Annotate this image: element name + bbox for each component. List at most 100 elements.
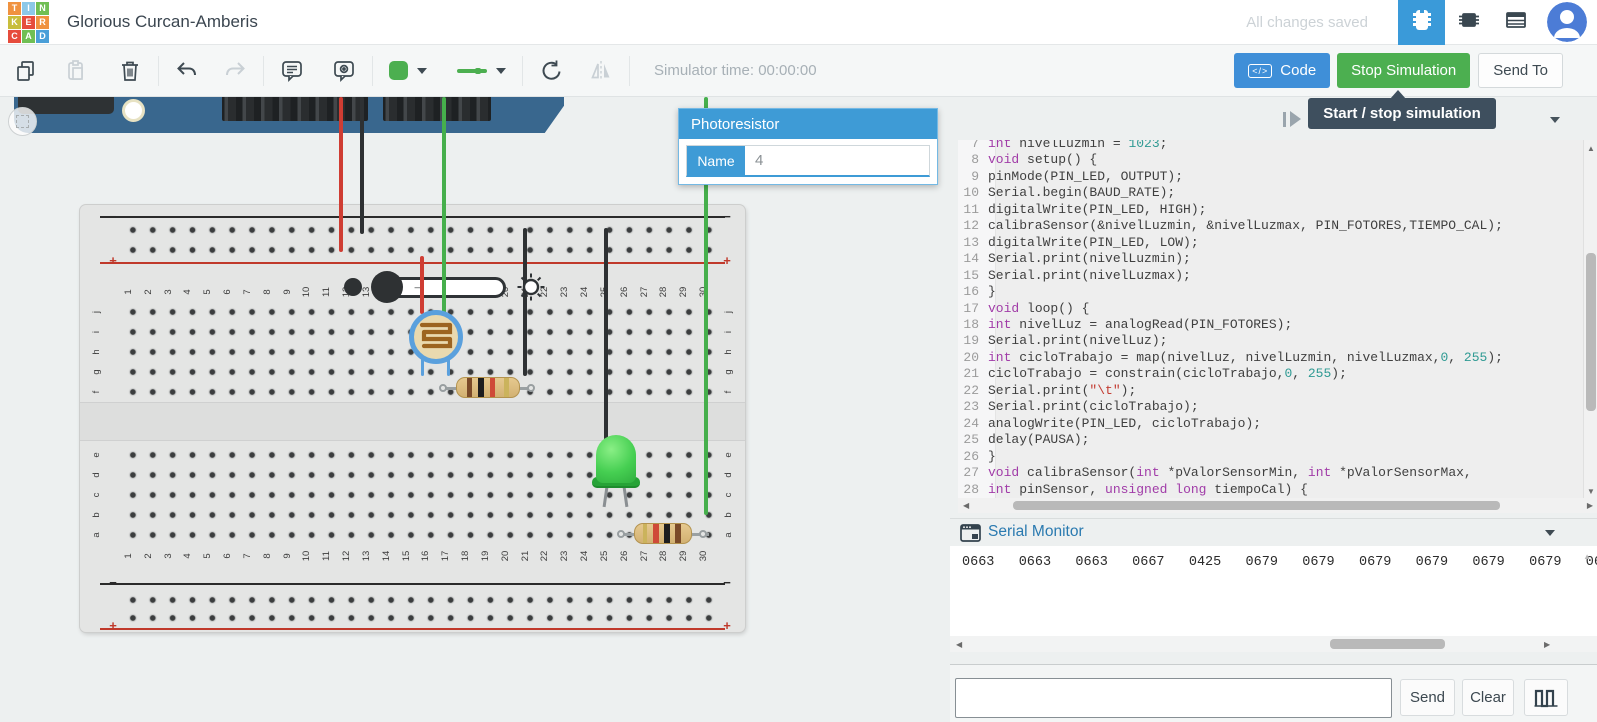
schematic-view-button[interactable] bbox=[1445, 0, 1492, 45]
wire-black-led[interactable] bbox=[604, 228, 608, 454]
undo-button[interactable] bbox=[167, 51, 207, 91]
send-to-button[interactable]: Send To bbox=[1478, 53, 1563, 88]
scroll-right-icon[interactable]: ▶ bbox=[1544, 640, 1550, 649]
wire-green-analog[interactable] bbox=[442, 97, 446, 315]
code-icon: </> bbox=[1248, 64, 1272, 78]
label-bubble-icon bbox=[331, 58, 357, 84]
serial-graph-button[interactable] bbox=[1524, 679, 1568, 716]
toolbar: Simulator time: 00:00:00 </> Code Stop S… bbox=[0, 45, 1597, 97]
color-dropdown[interactable] bbox=[381, 51, 435, 91]
breadboard[interactable]: 1122334455667788991010111112121313141415… bbox=[80, 205, 745, 632]
code-line: 7int nivelLuzmin = 1023; bbox=[958, 140, 1597, 152]
code-editor[interactable]: 7int nivelLuzmin = 1023;8void setup() {9… bbox=[958, 140, 1597, 513]
scroll-down-icon[interactable]: ▼ bbox=[1587, 487, 1595, 496]
breadboard-label: 16 bbox=[420, 548, 434, 564]
code-line: 9pinMode(PIN_LED, OUTPUT); bbox=[958, 169, 1597, 185]
breadboard-view-button[interactable] bbox=[1398, 0, 1445, 45]
serial-monitor-header[interactable]: Serial Monitor bbox=[950, 518, 1597, 546]
wire-red-sensor[interactable] bbox=[420, 256, 424, 314]
breadboard-label: 7 bbox=[242, 284, 256, 300]
document-title[interactable]: Glorious Curcan-Amberis bbox=[67, 12, 258, 32]
breadboard-label: 19 bbox=[480, 548, 494, 564]
code-line: 23Serial.print(cicloTrabajo); bbox=[958, 399, 1597, 415]
scroll-up-icon[interactable]: ▲ bbox=[1587, 144, 1595, 153]
serial-hscrollbar[interactable]: ◀ ▶ bbox=[950, 636, 1597, 652]
brightness-slider-handle[interactable] bbox=[371, 271, 403, 303]
breadboard-label: 9 bbox=[282, 548, 296, 564]
mirror-button[interactable] bbox=[581, 51, 621, 91]
delete-button[interactable] bbox=[110, 51, 150, 91]
breadboard-label: h bbox=[91, 344, 105, 360]
breadboard-label: j bbox=[723, 304, 737, 320]
logo-tile: D bbox=[36, 30, 49, 43]
code-panel: 1 (Arduino Uno R3) 7int nivelLuzmin = 10… bbox=[950, 97, 1597, 722]
user-avatar[interactable] bbox=[1547, 2, 1587, 42]
code-line: 24analogWrite(PIN_LED, cicloTrabajo); bbox=[958, 416, 1597, 432]
color-swatch bbox=[389, 61, 408, 80]
breadboard-label: e bbox=[723, 447, 737, 463]
resistor-2[interactable] bbox=[634, 523, 692, 544]
breadboard-label: d bbox=[723, 467, 737, 483]
wire-black-ground[interactable] bbox=[360, 97, 364, 234]
breadboard-label: 4 bbox=[182, 284, 196, 300]
breadboard-label: 8 bbox=[262, 548, 276, 564]
logo-tile: N bbox=[36, 2, 49, 15]
redo-button[interactable] bbox=[215, 51, 255, 91]
resistor-1[interactable] bbox=[456, 377, 520, 398]
code-button[interactable]: </> Code bbox=[1234, 53, 1330, 88]
serial-output[interactable]: 0663 0663 0663 0667 0425 0679 0679 0679 … bbox=[950, 546, 1597, 636]
logo-tile: T bbox=[8, 2, 21, 15]
breadboard-label: 3 bbox=[163, 548, 177, 564]
code-line: 16} bbox=[958, 284, 1597, 300]
scroll-left-icon[interactable]: ◀ bbox=[956, 640, 962, 649]
chevron-down-icon bbox=[496, 68, 506, 74]
breadboard-label: 1 bbox=[123, 548, 137, 564]
serial-input[interactable] bbox=[955, 678, 1392, 718]
wire-red-power[interactable] bbox=[339, 97, 343, 252]
breadboard-label: 29 bbox=[678, 284, 692, 300]
wire-type-dropdown[interactable] bbox=[449, 51, 514, 91]
breadboard-label: 15 bbox=[401, 548, 415, 564]
chevron-down-icon[interactable] bbox=[1545, 530, 1555, 536]
code-line: 25delay(PAUSA); bbox=[958, 432, 1597, 448]
serial-send-button[interactable]: Send bbox=[1400, 679, 1455, 716]
breadboard-label: g bbox=[723, 364, 737, 380]
rotate-button[interactable] bbox=[531, 51, 571, 91]
tinkercad-logo[interactable]: TINKERCAD bbox=[8, 2, 49, 43]
breadboard-label: d bbox=[91, 467, 105, 483]
scroll-left-icon[interactable]: ◀ bbox=[963, 501, 969, 510]
photoresistor[interactable] bbox=[409, 310, 463, 364]
code-hscrollbar[interactable]: ◀ ▶ bbox=[958, 498, 1597, 513]
breadboard-label: 13 bbox=[361, 548, 375, 564]
paste-icon bbox=[63, 58, 89, 84]
vscroll-thumb[interactable] bbox=[1586, 253, 1596, 411]
serial-clear-button[interactable]: Clear bbox=[1462, 679, 1514, 716]
name-field[interactable]: 4 bbox=[745, 146, 929, 175]
breadboard-label: 9 bbox=[282, 284, 296, 300]
step-icon[interactable] bbox=[1283, 112, 1286, 127]
table-icon bbox=[1503, 7, 1529, 38]
code-line: 12calibraSensor(&nivelLuzmin, &nivelLuzm… bbox=[958, 218, 1597, 234]
breadboard-label: c bbox=[723, 487, 737, 503]
code-line: 27void calibraSensor(int *pValorSensorMi… bbox=[958, 465, 1597, 481]
rotate-handle[interactable] bbox=[8, 107, 37, 136]
stop-simulation-button[interactable]: Stop Simulation bbox=[1337, 53, 1470, 88]
copy-button[interactable] bbox=[6, 51, 46, 91]
component-labels-button[interactable] bbox=[324, 51, 364, 91]
hscroll-thumb[interactable] bbox=[1013, 501, 1500, 510]
breadboard-label: 14 bbox=[381, 548, 395, 564]
scroll-up-icon[interactable]: ▲ bbox=[1583, 552, 1591, 561]
serial-hscroll-thumb[interactable] bbox=[1330, 639, 1445, 649]
notes-button[interactable] bbox=[272, 51, 312, 91]
breadboard-label: f bbox=[723, 384, 737, 400]
breadboard-label: e bbox=[91, 447, 105, 463]
breadboard-label: 10 bbox=[301, 284, 315, 300]
photoresistor-popup: Photoresistor Name 4 bbox=[678, 108, 938, 185]
code-vscrollbar[interactable]: ▲ ▼ bbox=[1583, 140, 1597, 500]
scroll-right-icon[interactable]: ▶ bbox=[1587, 501, 1593, 510]
breadboard-label: i bbox=[723, 324, 737, 340]
component-list-button[interactable] bbox=[1492, 0, 1539, 45]
arduino-uno-board[interactable] bbox=[14, 97, 564, 133]
paste-button[interactable] bbox=[56, 51, 96, 91]
led-green[interactable] bbox=[596, 435, 636, 483]
